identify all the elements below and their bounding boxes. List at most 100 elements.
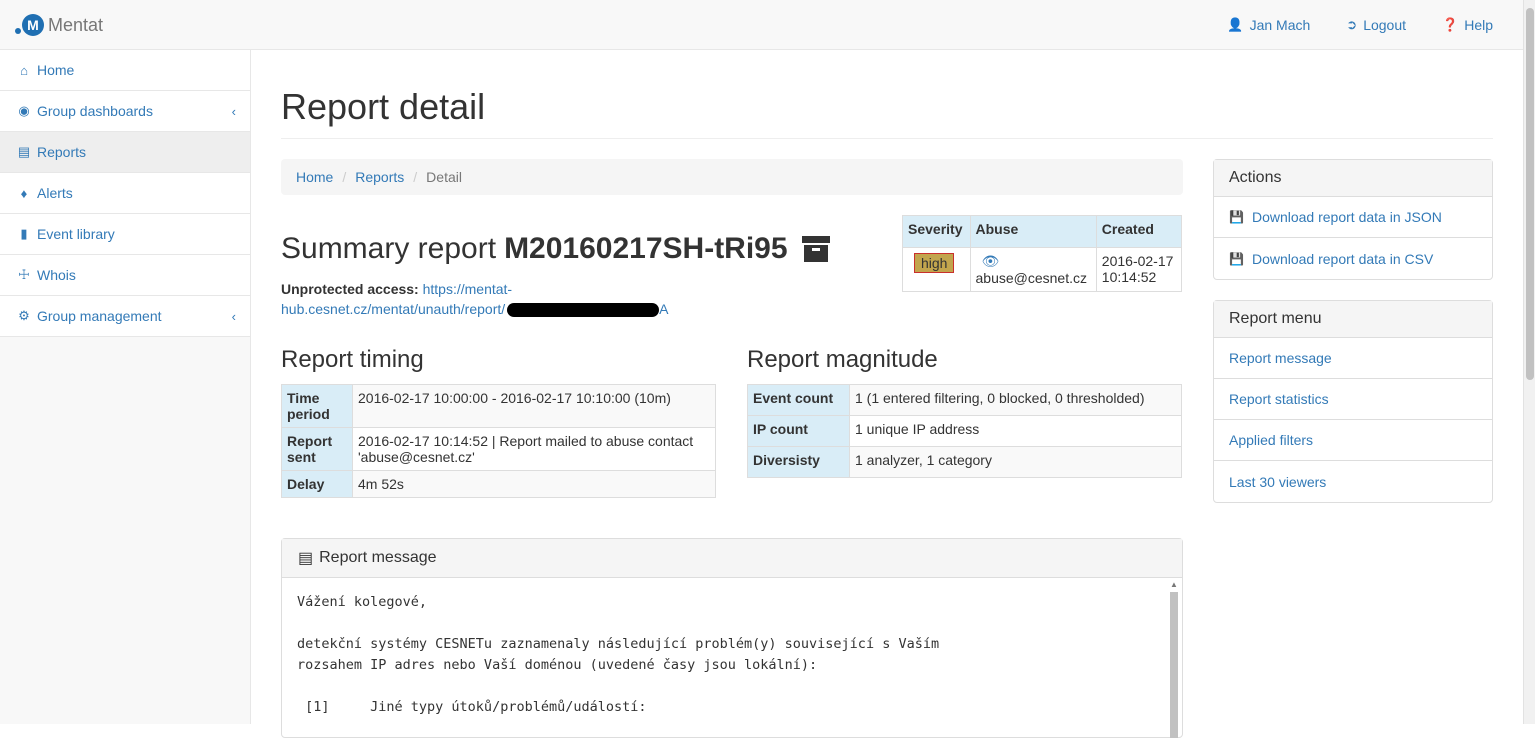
book-icon: ▮ bbox=[20, 226, 28, 241]
actions-panel: Actions 💾 Download report data in JSON 💾… bbox=[1213, 159, 1493, 280]
report-menu-statistics[interactable]: Report statistics bbox=[1214, 379, 1492, 420]
redaction-mark bbox=[507, 303, 660, 318]
help-link[interactable]: ❓ Help bbox=[1442, 17, 1493, 33]
table-row: Event count 1 (1 entered filtering, 0 bl… bbox=[747, 384, 1182, 416]
chevron-left-icon: ‹ bbox=[231, 308, 236, 324]
sidebar-item-label: Whois bbox=[37, 267, 76, 283]
report-message-panel: ▤ Report message Vážení kolegové, detekč… bbox=[281, 538, 1183, 738]
row-label: Report sent bbox=[281, 427, 353, 471]
table-row: Time period 2016-02-17 10:00:00 - 2016-0… bbox=[281, 384, 716, 428]
report-menu-filters[interactable]: Applied filters bbox=[1214, 420, 1492, 461]
severity-header: Severity bbox=[902, 215, 971, 248]
sidebar: ⌂ Home ◉ Group dashboards ‹ ▤ Reports ♦ … bbox=[0, 50, 251, 724]
row-label: Diversisty bbox=[747, 446, 850, 478]
eye-icon[interactable]: 👁 bbox=[976, 253, 1091, 270]
sidebar-item-whois[interactable]: ☩ Whois bbox=[0, 255, 250, 296]
top-navbar: M Mentat 👤 Jan Mach ➲ Logout ❓ Help bbox=[0, 0, 1523, 50]
message-scrollbar-thumb[interactable] bbox=[1170, 592, 1178, 738]
report-message-body[interactable]: Vážení kolegové, detekční systémy CESNET… bbox=[282, 578, 1182, 738]
row-label: Time period bbox=[281, 384, 353, 428]
page-title: Report detail bbox=[281, 86, 486, 127]
download-csv-link[interactable]: 💾 Download report data in CSV bbox=[1214, 238, 1492, 279]
brand[interactable]: M Mentat bbox=[14, 12, 103, 38]
question-circle-icon: ❓ bbox=[1442, 17, 1459, 32]
report-menu-title: Report menu bbox=[1214, 301, 1492, 338]
scroll-up-icon[interactable]: ▲ bbox=[1170, 580, 1178, 589]
dashboard-icon: ◉ bbox=[18, 103, 30, 118]
severity-badge: high bbox=[914, 253, 955, 273]
home-icon: ⌂ bbox=[20, 62, 28, 78]
created-time: 10:14:52 bbox=[1101, 269, 1157, 285]
report-message-text: Vážení kolegové, detekční systémy CESNET… bbox=[297, 594, 940, 715]
floppy-disk-icon: 💾 bbox=[1229, 210, 1244, 224]
report-menu-panel: Report menu Report message Report statis… bbox=[1213, 300, 1493, 503]
breadcrumb-separator: / bbox=[342, 169, 347, 185]
mentat-logo-icon: M bbox=[14, 12, 44, 38]
sidebar-item-group-management[interactable]: ⚙ Group management ‹ bbox=[0, 296, 250, 337]
magnitude-table: Event count 1 (1 entered filtering, 0 bl… bbox=[747, 384, 1182, 478]
sidebar-item-alerts[interactable]: ♦ Alerts bbox=[0, 173, 250, 214]
cogs-icon: ⚙ bbox=[18, 308, 30, 323]
user-icon: 👤 bbox=[1227, 17, 1244, 32]
table-row: Report sent 2016-02-17 10:14:52 | Report… bbox=[281, 427, 716, 471]
report-message-title: Report message bbox=[319, 549, 437, 566]
sidebar-item-label: Home bbox=[37, 62, 75, 78]
breadcrumb-current: Detail bbox=[426, 169, 462, 185]
message-scrollbar[interactable]: ▲ bbox=[1168, 578, 1180, 738]
chevron-left-icon: ‹ bbox=[231, 103, 236, 119]
unprotected-access: Unprotected access: https://mentat-hub.c… bbox=[281, 279, 701, 319]
sidebar-item-label: Group dashboards bbox=[37, 103, 153, 119]
breadcrumb-separator: / bbox=[413, 169, 418, 185]
sidebar-item-reports[interactable]: ▤ Reports bbox=[0, 132, 250, 173]
logout-link[interactable]: ➲ Logout bbox=[1346, 17, 1406, 33]
breadcrumb-home[interactable]: Home bbox=[296, 169, 333, 185]
page-scrollbar[interactable] bbox=[1523, 0, 1535, 724]
row-value: 2016-02-17 10:00:00 - 2016-02-17 10:10:0… bbox=[352, 384, 716, 428]
table-row: IP count 1 unique IP address bbox=[747, 415, 1182, 447]
sidebar-item-label: Alerts bbox=[37, 185, 73, 201]
floppy-disk-icon: 💾 bbox=[1229, 251, 1244, 266]
row-label: Delay bbox=[281, 470, 353, 498]
sign-out-icon: ➲ bbox=[1346, 17, 1358, 32]
created-date: 2016-02-17 bbox=[1101, 253, 1174, 269]
bell-icon: ♦ bbox=[20, 185, 28, 201]
user-menu-link[interactable]: 👤 Jan Mach bbox=[1227, 17, 1310, 33]
row-value: 1 analyzer, 1 category bbox=[849, 446, 1182, 478]
timing-title: Report timing bbox=[281, 346, 424, 373]
sidebar-item-label: Group management bbox=[37, 308, 162, 324]
created-header: Created bbox=[1095, 215, 1183, 248]
report-message-header: ▤ Report message bbox=[282, 539, 1182, 578]
user-name: Jan Mach bbox=[1249, 17, 1311, 33]
sidebar-item-event-library[interactable]: ▮ Event library bbox=[0, 214, 250, 255]
row-label: IP count bbox=[747, 415, 850, 447]
report-menu-message[interactable]: Report message bbox=[1214, 338, 1492, 379]
actions-title: Actions bbox=[1214, 160, 1492, 197]
breadcrumb: Home / Reports / Detail bbox=[281, 159, 1183, 195]
sidebar-item-label: Reports bbox=[37, 144, 87, 160]
brand-name: Mentat bbox=[48, 14, 104, 35]
sidebar-item-label: Event library bbox=[37, 226, 115, 242]
unprotected-label: Unprotected access: bbox=[281, 281, 419, 297]
report-id: M20160217SH-tRi95 bbox=[504, 232, 788, 265]
logout-label: Logout bbox=[1363, 17, 1407, 33]
abuse-header: Abuse bbox=[969, 215, 1097, 248]
row-value: 2016-02-17 10:14:52 | Report mailed to a… bbox=[352, 427, 716, 471]
severity-table: Severity Abuse Created high 👁 abuse@cesn… bbox=[902, 215, 1183, 292]
signpost-icon: ☩ bbox=[18, 267, 30, 282]
download-json-link[interactable]: 💾 Download report data in JSON bbox=[1214, 197, 1492, 238]
summary-prefix: Summary report bbox=[281, 232, 497, 265]
report-menu-viewers[interactable]: Last 30 viewers bbox=[1214, 461, 1492, 502]
sidebar-item-group-dashboards[interactable]: ◉ Group dashboards ‹ bbox=[0, 91, 250, 132]
sidebar-item-home[interactable]: ⌂ Home bbox=[0, 50, 250, 91]
breadcrumb-reports[interactable]: Reports bbox=[355, 169, 404, 185]
title-divider bbox=[281, 138, 1493, 139]
row-value: 4m 52s bbox=[352, 470, 716, 498]
help-label: Help bbox=[1464, 17, 1493, 33]
row-label: Event count bbox=[747, 384, 850, 416]
row-value: 1 unique IP address bbox=[849, 415, 1182, 447]
newspaper-icon: ▤ bbox=[17, 144, 31, 159]
row-value: 1 (1 entered filtering, 0 blocked, 0 thr… bbox=[849, 384, 1182, 416]
abuse-contact: abuse@cesnet.cz bbox=[975, 270, 1088, 286]
page-scrollbar-thumb[interactable] bbox=[1526, 8, 1534, 380]
magnitude-title: Report magnitude bbox=[747, 346, 938, 373]
